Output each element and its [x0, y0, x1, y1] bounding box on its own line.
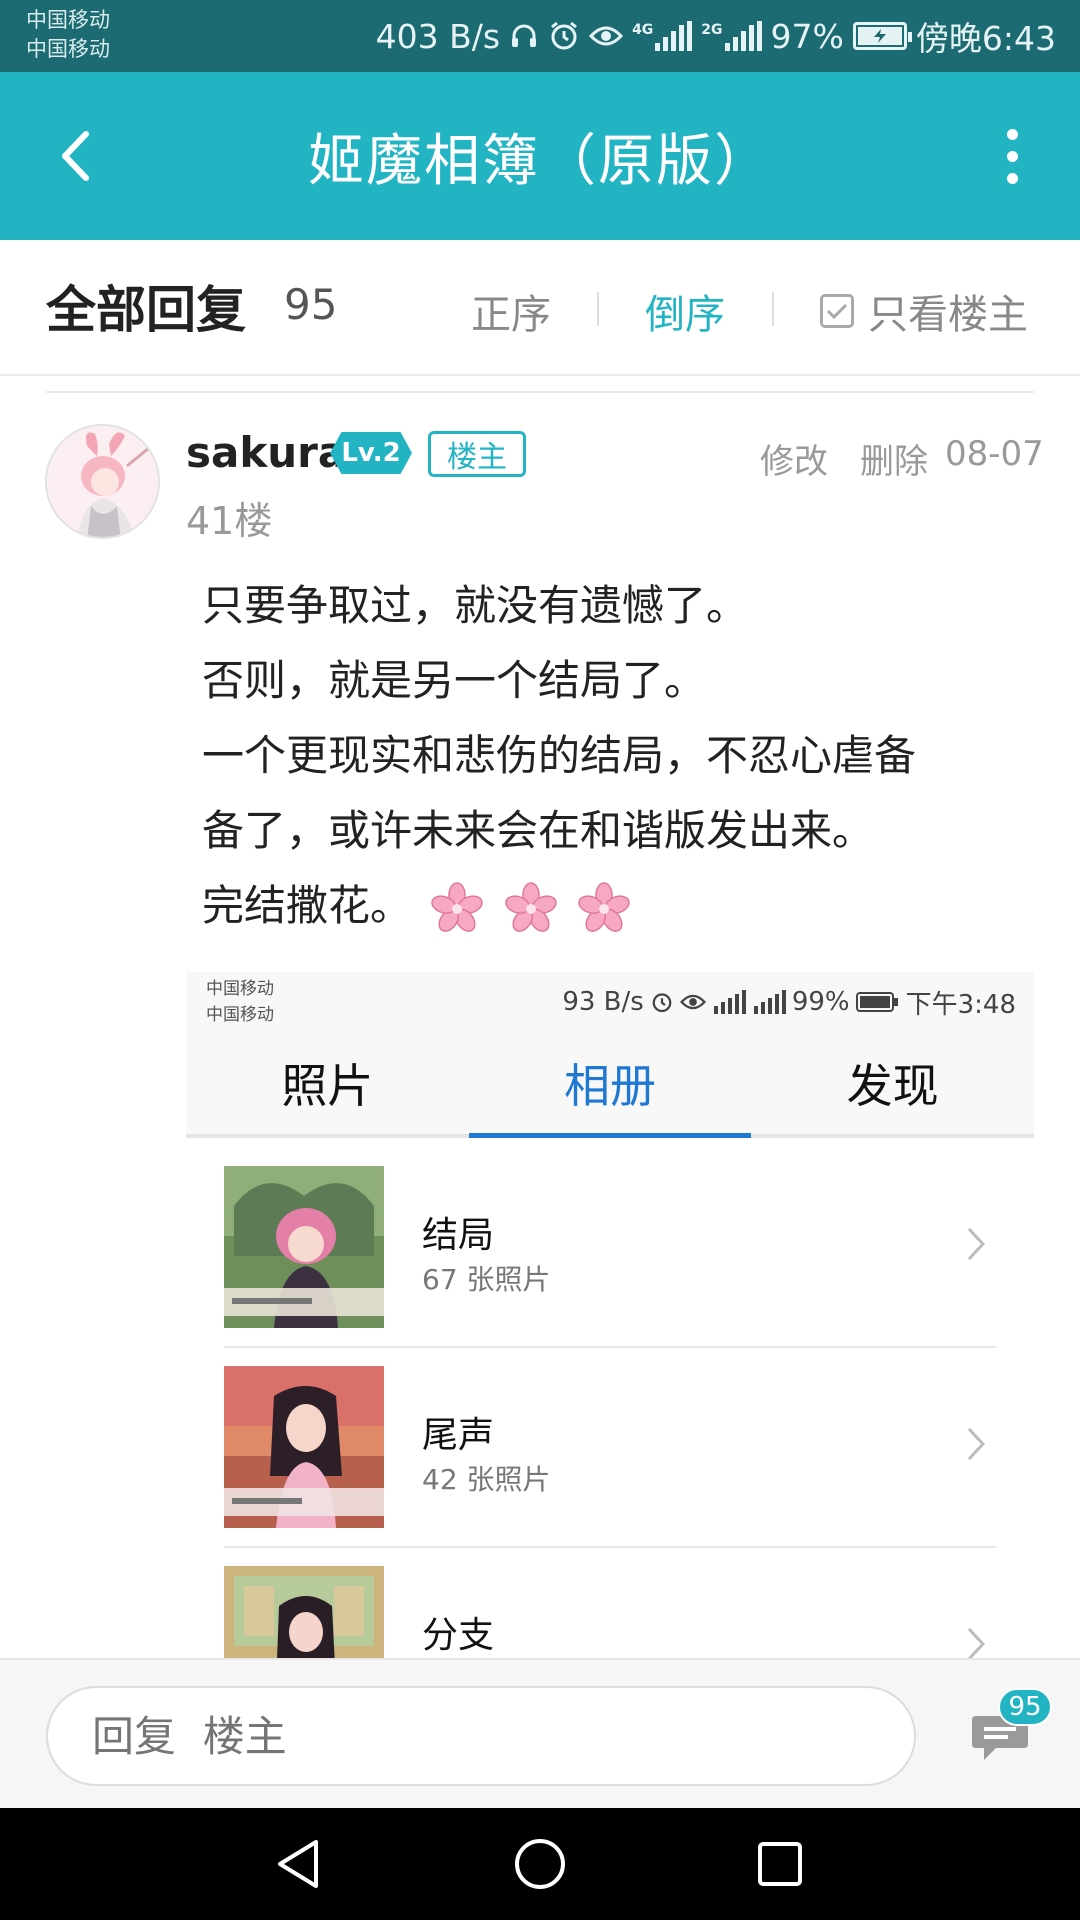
cherry-blossom-icon: [578, 881, 630, 932]
eye-icon: [679, 994, 706, 1010]
only-op-label: 只看楼主: [868, 292, 1028, 338]
signal-bars-icon: [753, 990, 786, 1014]
page-title: 姬魔相簿（原版）: [308, 128, 772, 194]
signal-bars-icon: [655, 21, 693, 51]
chevron-right-icon: [967, 1427, 986, 1461]
square-recents-icon: [758, 1842, 802, 1886]
album-name: 尾声: [422, 1415, 495, 1456]
signal-bars-icon: [724, 21, 762, 51]
headset-icon: [512, 24, 537, 47]
battery-icon: [852, 22, 912, 50]
alarm-icon: [652, 993, 672, 1013]
level-badge: Lv.2: [330, 432, 412, 474]
reply-count: 95: [284, 280, 338, 329]
circle-home-icon: [515, 1839, 565, 1889]
attached-screenshot[interactable]: 中国移动 中国移动 93 B/s 99% 下午3:48 照片 相册 发现 结局 …: [186, 972, 1034, 1660]
avatar[interactable]: [45, 424, 160, 539]
more-dot-icon: [1006, 128, 1018, 140]
nav-back-button[interactable]: [270, 1834, 330, 1894]
reply-filter-bar: 全部回复 95 正序 倒序 只看楼主: [0, 240, 1080, 376]
post-content: 只要争取过，就没有遗憾了。 否则，就是另一个结局了。 一个更现实和悲伤的结局，不…: [202, 568, 1042, 943]
screenshot-tab-bar: 照片 相册 发现: [186, 1032, 1034, 1138]
tab-photos: 照片: [281, 1059, 374, 1113]
album-thumbnail: [224, 1166, 384, 1328]
post-line: 否则，就是另一个结局了。: [202, 656, 707, 705]
album-name: 分支: [422, 1615, 495, 1656]
all-replies-title: 全部回复: [46, 281, 246, 339]
tab-albums: 相册: [468, 1032, 752, 1138]
divider: [46, 391, 1034, 393]
chevron-right-icon: [967, 1227, 986, 1261]
battery-icon: [855, 992, 898, 1012]
album-list: 结局 67 张照片 尾声 42 张照片 分支: [186, 1148, 1034, 1660]
network-speed: 403 B/s: [375, 16, 501, 56]
op-badge: 楼主: [428, 431, 526, 477]
post-line: 只要争取过，就没有遗憾了。: [202, 581, 749, 630]
screenshot-network-speed: 93 B/s: [562, 987, 644, 1017]
username[interactable]: sakura: [186, 428, 346, 477]
reply-bar: 95: [0, 1658, 1080, 1808]
reply-input[interactable]: [46, 1686, 916, 1786]
cherry-blossom-icon: [431, 881, 484, 932]
chevron-right-icon: [967, 1627, 986, 1660]
navigation-bar: [0, 1808, 1080, 1920]
separator: [772, 292, 774, 326]
edit-button[interactable]: 修改: [760, 434, 828, 483]
screenshot-carrier-2: 中国移动: [206, 1005, 274, 1025]
status-bar: 中国移动 中国移动 403 B/s 4G 2G 97% 傍晚6:43: [0, 0, 1080, 72]
post-line: 一个更现实和悲伤的结局，不忍心虐备: [202, 731, 917, 780]
album-thumbnail: [224, 1566, 384, 1660]
triangle-back-icon: [278, 1840, 318, 1888]
net-type-2: 2G: [701, 22, 723, 38]
clock: 傍晚6:43: [915, 19, 1056, 58]
screenshot-clock: 下午3:48: [905, 989, 1016, 1020]
album-row: 分支: [224, 1548, 996, 1660]
post-line-last: 完结撒花。: [202, 868, 1042, 943]
screenshot-status-bar: 中国移动 中国移动 93 B/s 99% 下午3:48: [186, 972, 1034, 1032]
screenshot-carrier-1: 中国移动: [206, 979, 274, 999]
more-dot-icon: [1006, 172, 1018, 184]
sort-ascending-button[interactable]: 正序: [471, 282, 551, 340]
album-count: 67 张照片: [422, 1263, 551, 1296]
post-line: 备了，或许未来会在和谐版发出来。: [202, 806, 875, 855]
screenshot-battery-percent: 99%: [791, 987, 850, 1017]
carrier-2: 中国移动: [26, 37, 110, 61]
nav-home-button[interactable]: [510, 1834, 570, 1894]
album-name: 结局: [422, 1215, 495, 1256]
separator: [597, 292, 599, 326]
sort-descending-button[interactable]: 倒序: [645, 282, 725, 340]
chevron-left-icon: [62, 131, 89, 181]
status-indicators: 403 B/s 4G 2G 97% 傍晚6:43: [376, 0, 1056, 72]
post-line: 完结撒花。: [202, 881, 413, 930]
comment-count-badge: 95: [998, 1688, 1052, 1726]
app-header: 姬魔相簿（原版）: [0, 72, 1080, 240]
signal-2: 2G: [701, 21, 762, 51]
album-row: 结局 67 张照片: [224, 1148, 996, 1348]
more-options-button[interactable]: [972, 116, 1052, 196]
carrier-labels: 中国移动 中国移动: [26, 6, 110, 64]
album-row: 尾声 42 张照片: [224, 1348, 996, 1548]
post-date: 08-07: [945, 434, 1044, 474]
cherry-blossom-icon: [504, 881, 557, 932]
carrier-1: 中国移动: [26, 8, 110, 32]
nav-recents-button[interactable]: [750, 1834, 810, 1894]
screenshot-carriers: 中国移动 中国移动: [206, 976, 274, 1028]
battery-percent: 97%: [770, 16, 844, 56]
delete-button[interactable]: 删除: [860, 434, 928, 483]
floor-number: 41楼: [186, 499, 273, 543]
screenshot-status-indicators: 93 B/s 99% 下午3:48: [562, 972, 1016, 1032]
back-button[interactable]: [36, 116, 116, 196]
signal-1: 4G: [632, 21, 693, 51]
eye-icon: [589, 26, 624, 46]
signal-bars-icon: [713, 990, 746, 1014]
checkbox-icon[interactable]: [820, 294, 854, 328]
only-op-toggle[interactable]: 只看楼主: [820, 282, 1028, 340]
album-thumbnail: [224, 1366, 384, 1528]
alarm-icon: [551, 21, 577, 50]
album-count: 42 张照片: [422, 1463, 551, 1496]
tab-discover: 发现: [846, 1059, 939, 1113]
net-type-1: 4G: [632, 22, 654, 38]
more-dot-icon: [1006, 150, 1018, 162]
